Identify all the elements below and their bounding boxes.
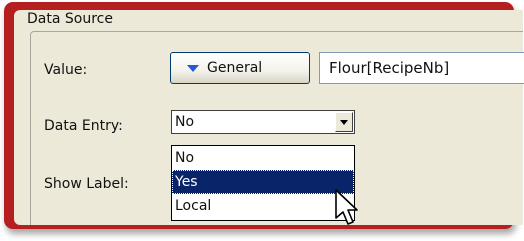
value-label: Value: (44, 62, 88, 78)
combo-dropdown-button[interactable] (335, 112, 353, 132)
dropdown-option-local[interactable]: Local (172, 194, 354, 218)
chevron-down-icon (340, 119, 348, 125)
group-title: Data Source (24, 11, 116, 27)
show-label-label: Show Label: (44, 176, 129, 192)
data-entry-selected-value: No (175, 114, 195, 130)
dropdown-option-yes[interactable]: Yes (172, 170, 354, 194)
mouse-pointer-icon (335, 189, 358, 225)
data-entry-label: Data Entry: (44, 118, 123, 134)
triangle-down-icon (187, 64, 199, 72)
data-entry-dropdown-list: No Yes Local (171, 145, 355, 221)
value-field[interactable]: Flour[RecipeNb] (319, 52, 524, 84)
dropdown-option-no[interactable]: No (172, 146, 354, 170)
general-button-label: General (207, 60, 263, 76)
general-button[interactable]: General (170, 52, 310, 84)
data-entry-combobox[interactable]: No (171, 110, 355, 134)
